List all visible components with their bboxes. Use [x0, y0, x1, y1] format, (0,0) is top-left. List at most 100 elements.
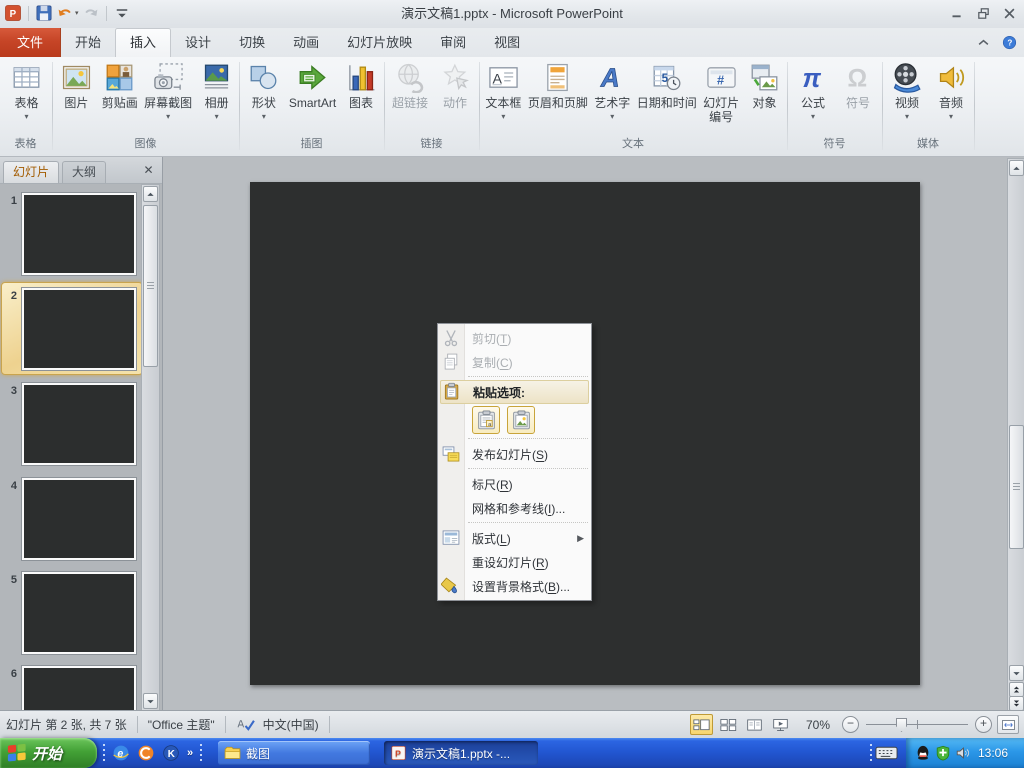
slideshow-view-button[interactable] — [770, 715, 791, 734]
ribbon-button-视频[interactable]: 视频▾ — [887, 62, 927, 121]
input-keyboard-icon[interactable] — [875, 744, 898, 762]
tab-设计[interactable]: 设计 — [171, 28, 225, 57]
language-indicator[interactable]: 中文(中国) — [263, 716, 319, 733]
ribbon-button-音频[interactable]: 音频▾ — [931, 62, 971, 121]
panel-scrollbar-thumb[interactable] — [143, 205, 158, 367]
theme-name[interactable]: "Office 主题" — [148, 716, 215, 733]
zoom-in-button[interactable]: + — [975, 716, 992, 733]
taskbar-item-screenshot-folder[interactable]: 截图 — [218, 741, 370, 765]
scroll-down-button[interactable] — [1009, 665, 1024, 681]
ribbon-button-页眉和页脚[interactable]: 页眉和页脚 — [527, 62, 589, 110]
menu-item-format-background[interactable]: 设置背景格式(B)... — [438, 574, 591, 598]
tab-outline[interactable]: 大纲 — [62, 161, 106, 183]
scroll-up-button[interactable] — [1009, 160, 1024, 176]
tab-slides[interactable]: 幻灯片 — [3, 161, 59, 183]
tab-开始[interactable]: 开始 — [61, 28, 115, 57]
ribbon-button-对象[interactable]: 对象 — [745, 62, 785, 110]
minimize-button[interactable] — [949, 6, 966, 21]
svg-text:K: K — [168, 749, 175, 760]
tab-切换[interactable]: 切换 — [225, 28, 279, 57]
menu-item-publish-slides[interactable]: 发布幻灯片(S) — [438, 442, 591, 466]
panel-scroll-up-button[interactable] — [143, 186, 158, 202]
quick-launch-grip[interactable] — [103, 744, 105, 762]
ribbon-button-公式[interactable]: π公式▾ — [793, 62, 833, 121]
start-button[interactable]: 开始 — [0, 738, 97, 768]
main-scrollbar[interactable] — [1007, 158, 1024, 712]
tab-审阅[interactable]: 审阅 — [426, 28, 480, 57]
ribbon-button-艺术字[interactable]: A艺术字▾ — [592, 62, 632, 121]
zoom-out-button[interactable]: − — [842, 716, 859, 733]
ribbon-button-文本框[interactable]: A文本框▾ — [483, 62, 523, 121]
quick-launch-grip[interactable] — [200, 744, 202, 762]
next-slide-button[interactable] — [1009, 696, 1024, 711]
redo-button[interactable] — [82, 4, 100, 22]
menu-item-layout[interactable]: 版式(L)▶ — [438, 526, 591, 550]
ribbon-button-图片[interactable]: 图片 — [56, 62, 96, 110]
normal-view-button[interactable] — [690, 714, 713, 735]
k-player-icon[interactable]: K — [162, 744, 180, 762]
zoom-slider[interactable] — [866, 717, 968, 732]
fit-to-window-button[interactable] — [997, 715, 1019, 734]
ribbon-button-label: 相册 — [205, 96, 229, 110]
security-shield-icon[interactable] — [935, 745, 951, 761]
internet-explorer-icon[interactable]: e — [112, 744, 130, 762]
slide-thumbnail-6[interactable]: 6 — [0, 666, 160, 710]
ribbon-button-剪贴画[interactable]: 剪贴画 — [100, 62, 140, 110]
minimize-ribbon-button[interactable] — [976, 35, 991, 50]
ribbon-button-label: 符号 — [846, 96, 870, 110]
qat-separator — [28, 6, 29, 21]
slide-thumbnail-1[interactable]: 1 — [0, 193, 160, 277]
menu-item-grid-and-guides[interactable]: 网格和参考线(I)... — [438, 496, 591, 520]
help-button[interactable]: ? — [1002, 35, 1017, 50]
tab-幻灯片放映[interactable]: 幻灯片放映 — [333, 28, 426, 57]
taskbar-item-powerpoint[interactable]: P 演示文稿1.pptx -... — [384, 741, 538, 765]
spellcheck-icon[interactable] — [236, 717, 255, 732]
ribbon-button-幻灯片编号[interactable]: #幻灯片编号 — [701, 62, 741, 124]
close-panel-button[interactable]: ✕ — [140, 162, 157, 179]
menu-item-reset-slide[interactable]: 重设幻灯片(R) — [438, 550, 591, 574]
restore-button[interactable] — [975, 6, 992, 21]
ribbon-button-屏幕截图[interactable]: 屏幕截图▾ — [143, 62, 193, 121]
ribbon-button-表格[interactable]: 表格▾ — [7, 62, 47, 121]
ribbon-button-SmartArt[interactable]: SmartArt — [288, 62, 337, 110]
save-button[interactable] — [35, 4, 53, 22]
slide-thumbnail-4[interactable]: 4 — [0, 478, 160, 562]
ribbon-button-图表[interactable]: 图表 — [341, 62, 381, 110]
volume-icon[interactable] — [955, 745, 971, 761]
tab-文件[interactable]: 文件 — [0, 28, 61, 57]
ribbon-button-相册[interactable]: 相册 ▾ — [197, 62, 237, 121]
paste-keep-format-button[interactable]: a — [472, 406, 500, 434]
undo-dropdown-arrow-icon[interactable]: ▾ — [75, 9, 79, 17]
menu-item-paste-options-header[interactable]: 粘贴选项: — [440, 380, 589, 404]
slide-sorter-view-button[interactable] — [718, 715, 739, 734]
reading-view-button[interactable] — [744, 715, 765, 734]
tray-grip[interactable] — [870, 744, 872, 762]
slide-thumbnail-5[interactable]: 5 — [0, 572, 160, 656]
tab-动画[interactable]: 动画 — [279, 28, 333, 57]
undo-button[interactable] — [56, 4, 74, 22]
publish-icon — [441, 444, 461, 464]
folder-icon — [224, 745, 241, 761]
ribbon-button-日期和时间[interactable]: 5日期和时间 — [636, 62, 698, 110]
slidenumber-icon: # — [706, 62, 737, 93]
browser-app-icon[interactable] — [137, 744, 155, 762]
close-button[interactable] — [1001, 6, 1018, 21]
slide-thumbnail-3[interactable]: 3 — [0, 383, 160, 467]
menu-item-ruler[interactable]: 标尺(R) — [438, 472, 591, 496]
panel-scroll-down-button[interactable] — [143, 693, 158, 709]
qq-tray-icon[interactable] — [915, 745, 931, 761]
slide-thumbnail-2[interactable]: 2 — [0, 288, 160, 372]
previous-slide-button[interactable] — [1009, 682, 1024, 697]
ribbon-button-label: 音频 — [939, 96, 963, 110]
panel-scrollbar[interactable] — [141, 184, 160, 710]
ribbon-button-形状[interactable]: 形状▾ — [244, 62, 284, 121]
dropdown-arrow-icon: ▾ — [215, 113, 219, 121]
tab-插入[interactable]: 插入 — [115, 28, 171, 57]
tab-视图[interactable]: 视图 — [480, 28, 534, 57]
quick-launch-overflow-chevron[interactable]: » — [187, 747, 193, 759]
paste-picture-button[interactable] — [507, 406, 535, 434]
zoom-slider-thumb[interactable] — [896, 718, 907, 732]
clock[interactable]: 13:06 — [978, 746, 1008, 760]
main-scrollbar-thumb[interactable] — [1009, 425, 1024, 549]
zoom-level[interactable]: 70% — [806, 718, 830, 732]
